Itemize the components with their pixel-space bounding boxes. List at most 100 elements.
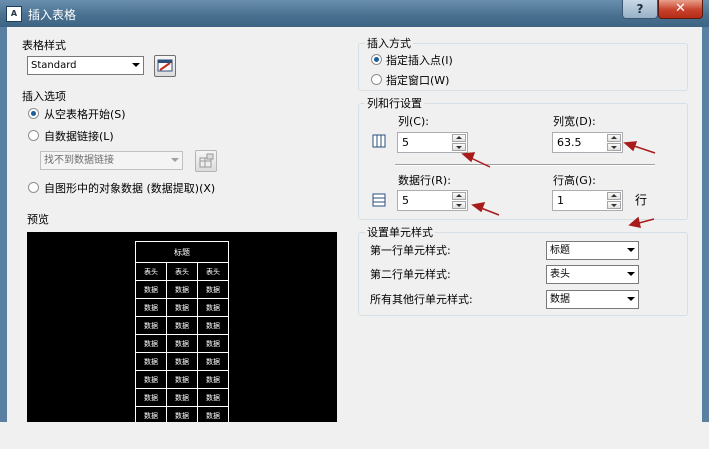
data-rows-label: 数据行(R): (398, 174, 451, 187)
first-row-style-select[interactable]: 标题 (546, 241, 639, 260)
table-style-dialog-button[interactable] (154, 55, 176, 77)
from-empty-label: 从空表格开始(S) (44, 108, 126, 121)
preview-data-cell: 数据 (135, 388, 167, 407)
preview-data-cell: 数据 (166, 406, 198, 422)
preview-data-cell: 数据 (166, 334, 198, 353)
row-height-decrement[interactable] (607, 201, 621, 209)
data-rows-spinner[interactable]: 5 (397, 190, 468, 211)
second-row-style-label: 第二行单元样式: (370, 268, 451, 281)
other-rows-style-value: 数据 (550, 294, 570, 305)
help-button[interactable]: ? (622, 0, 658, 19)
dialog-body: 表格样式 Standard 插入选项 从空表格开始(S) 自数据链接(L) 找不… (7, 27, 702, 422)
data-link-select[interactable]: 找不到数据链接 (40, 151, 183, 170)
data-rows-value: 5 (402, 194, 409, 207)
second-row-style-value: 表头 (550, 269, 570, 280)
columns-increment[interactable] (452, 134, 466, 142)
data-link-value: 找不到数据链接 (44, 155, 114, 166)
preview-data-cell: 数据 (135, 316, 167, 335)
chevron-down-icon (627, 248, 635, 252)
columns-value: 5 (402, 136, 409, 149)
close-button[interactable]: ✕ (658, 0, 703, 19)
columns-decrement[interactable] (452, 143, 466, 151)
preview-data-cell: 数据 (166, 352, 198, 371)
insert-window-label: 指定窗口(W) (386, 74, 450, 87)
preview-data-cell: 数据 (135, 298, 167, 317)
preview-data-cell: 数据 (166, 316, 198, 335)
preview-data-cell: 数据 (197, 370, 229, 389)
preview-data-cell: 数据 (197, 334, 229, 353)
from-empty-radio[interactable] (28, 108, 39, 119)
chevron-down-icon (627, 272, 635, 276)
columns-icon (372, 134, 386, 148)
window-frame-left (0, 27, 7, 422)
insert-options-label: 插入选项 (22, 90, 66, 103)
cell-style-label: 设置单元样式 (365, 224, 435, 240)
preview-data-cell: 数据 (166, 370, 198, 389)
column-width-value: 63.5 (557, 136, 582, 149)
column-width-increment[interactable] (607, 134, 621, 142)
row-height-label: 行高(G): (553, 174, 596, 187)
columns-spinner[interactable]: 5 (397, 132, 468, 153)
column-row-label: 列和行设置 (365, 95, 424, 111)
from-data-link-label: 自数据链接(L) (44, 130, 114, 143)
preview-data-cell: 数据 (135, 280, 167, 299)
column-width-decrement[interactable] (607, 143, 621, 151)
columns-label: 列(C): (398, 115, 429, 128)
chevron-down-icon (132, 63, 140, 67)
divider (395, 164, 655, 166)
preview-data-cell: 数据 (166, 388, 198, 407)
column-width-spinner[interactable]: 63.5 (552, 132, 623, 153)
preview-data-cell: 数据 (135, 370, 167, 389)
from-data-link-radio[interactable] (28, 130, 39, 141)
preview-title-cell: 标题 (135, 241, 229, 263)
preview-table: 标题 表头 表头 表头 数据 数据 数据 数据 数据 数据 数据 数据 数据 数据 数据 数据 数据 数据… (135, 241, 229, 422)
preview-data-cell: 数据 (197, 352, 229, 371)
table-style-label: 表格样式 (22, 39, 66, 52)
preview-data-cell: 数据 (197, 280, 229, 299)
window-frame-right (702, 27, 709, 422)
first-row-style-label: 第一行单元样式: (370, 244, 451, 257)
preview-data-cell: 数据 (197, 388, 229, 407)
data-rows-decrement[interactable] (452, 201, 466, 209)
other-rows-style-select[interactable]: 数据 (546, 290, 639, 309)
window-title: 插入表格 (28, 8, 77, 22)
table-preview: 标题 表头 表头 表头 数据 数据 数据 数据 数据 数据 数据 数据 数据 数据 数据 数据 数据 数据… (27, 232, 337, 422)
title-bar[interactable]: A 插入表格 ? ✕ (0, 0, 709, 27)
insert-point-label: 指定插入点(I) (386, 54, 453, 67)
preview-data-cell: 数据 (135, 334, 167, 353)
preview-header-cell: 表头 (166, 262, 198, 281)
preview-data-cell: 数据 (197, 406, 229, 422)
app-icon: A (6, 6, 22, 22)
table-style-icon (157, 59, 173, 72)
from-drawing-radio[interactable] (28, 182, 39, 193)
insert-point-radio[interactable] (371, 54, 382, 65)
other-rows-style-label: 所有其他行单元样式: (370, 293, 473, 306)
table-style-select[interactable]: Standard (27, 56, 144, 75)
chevron-down-icon (171, 158, 179, 162)
insert-window-radio[interactable] (371, 74, 382, 85)
preview-data-cell: 数据 (197, 298, 229, 317)
data-link-icon (199, 153, 214, 168)
preview-header-cell: 表头 (135, 262, 167, 281)
rows-icon (372, 193, 386, 207)
from-drawing-label: 自图形中的对象数据 (数据提取)(X) (44, 182, 216, 195)
insert-method-label: 插入方式 (365, 35, 413, 51)
preview-data-cell: 数据 (166, 280, 198, 299)
second-row-style-select[interactable]: 表头 (546, 265, 639, 284)
first-row-style-value: 标题 (550, 245, 570, 256)
row-height-value: 1 (557, 194, 564, 207)
preview-data-cell: 数据 (166, 298, 198, 317)
column-width-label: 列宽(D): (553, 115, 596, 128)
data-link-manager-button[interactable] (195, 150, 217, 172)
preview-data-cell: 数据 (135, 406, 167, 422)
row-height-spinner[interactable]: 1 (552, 190, 623, 211)
data-rows-increment[interactable] (452, 192, 466, 200)
chevron-down-icon (627, 297, 635, 301)
preview-data-cell: 数据 (197, 316, 229, 335)
preview-label: 预览 (27, 213, 49, 226)
table-style-value: Standard (31, 60, 77, 71)
row-height-increment[interactable] (607, 192, 621, 200)
preview-header-cell: 表头 (197, 262, 229, 281)
preview-data-cell: 数据 (135, 352, 167, 371)
row-unit-label: 行 (635, 193, 648, 207)
